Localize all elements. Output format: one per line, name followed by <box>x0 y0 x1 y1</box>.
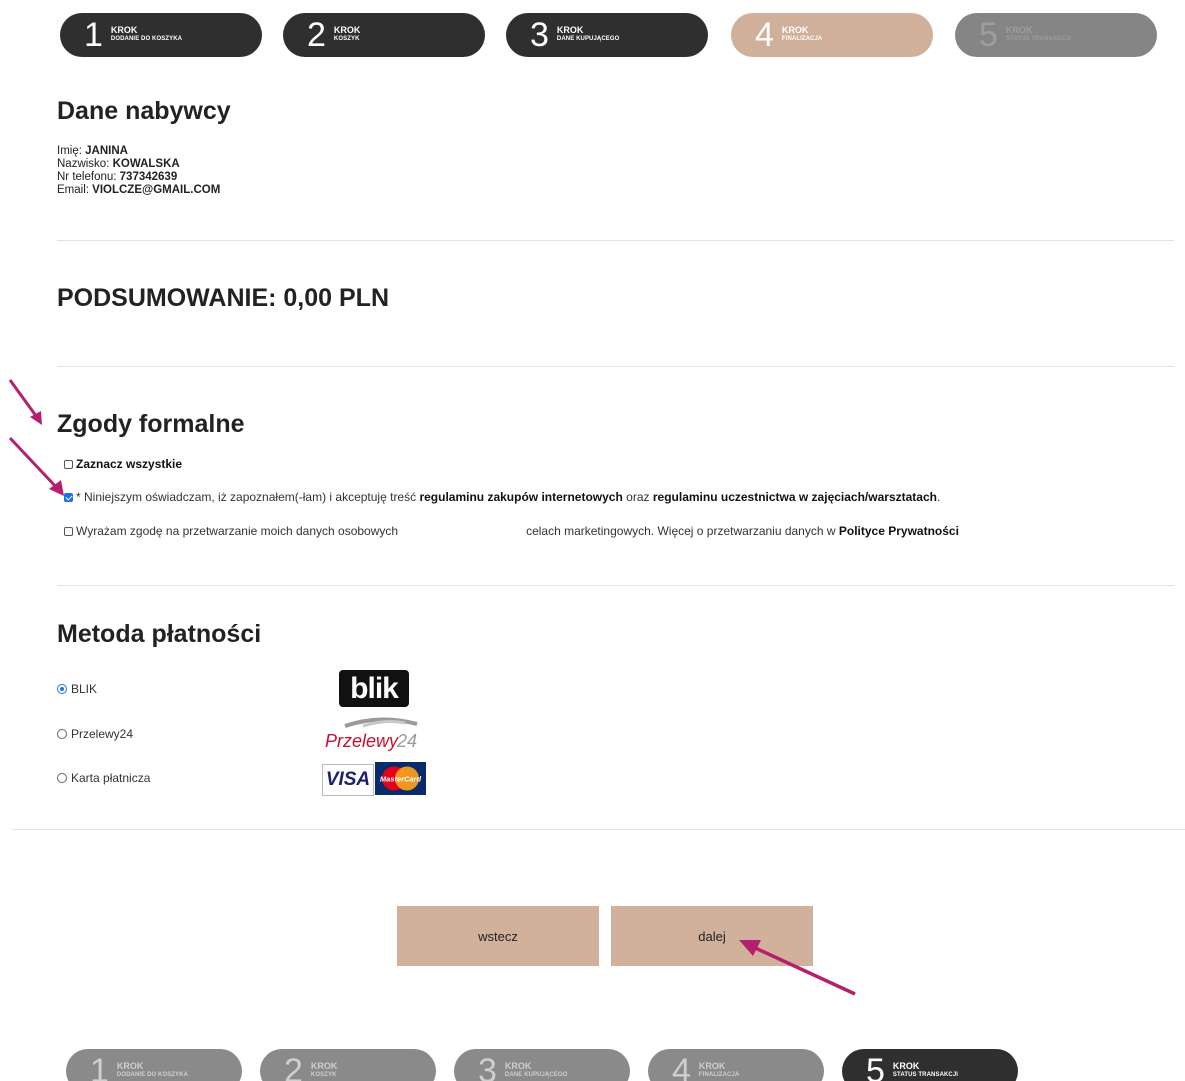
step-krok: KROK <box>556 25 584 35</box>
terms-consent-row[interactable]: * Niniejszym oświadczam, iż zapoznałem(-… <box>64 490 940 504</box>
select-all-label[interactable]: Zaznacz wszystkie <box>76 457 182 471</box>
blik-logo-text: blik <box>350 671 399 705</box>
terms-prefix: * Niniejszym oświadczam, iż zapoznałem(-… <box>76 490 417 504</box>
steps-progress-bottom: 1 KROK Dodanie do koszyka 2 KROK Koszyk 3 … <box>0 1049 1185 1081</box>
step-number: 3 <box>530 16 549 54</box>
p24-logo-number: 24 <box>396 731 417 751</box>
step-krok: KROK <box>116 1061 144 1071</box>
divider <box>57 585 1174 586</box>
step-desc: Koszyk <box>333 36 360 42</box>
step-desc: Dodanie do koszyka <box>110 36 183 42</box>
steps-progress-top: 1 KROK Dodanie do koszyka 2 KROK Koszyk 3 … <box>0 13 1185 57</box>
annotation-arrow-icon <box>8 436 64 496</box>
buyer-section-title: Dane nabywcy <box>57 97 231 125</box>
step-desc: Status transakcji <box>1005 36 1072 42</box>
summary-amount: 0,00 PLN <box>283 284 390 312</box>
marketing-consent-row[interactable]: Wyrażam zgodę na przetwarzanie moich dan… <box>64 524 959 538</box>
marketing-prefix: Wyrażam zgodę na przetwarzanie moich dan… <box>76 524 399 538</box>
first-name-value: JANINA <box>85 145 128 157</box>
step-number: 1 <box>84 16 103 54</box>
step-krok: KROK <box>1005 25 1033 35</box>
workshop-terms-link[interactable]: regulaminu uczestnictwa w zajęciach/wars… <box>653 490 937 504</box>
consents-section-title: Zgody formalne <box>57 410 245 438</box>
phone-value: 737342639 <box>119 171 178 183</box>
terms-end: . <box>936 490 941 504</box>
divider <box>57 240 1174 241</box>
annotation-arrow-icon <box>739 940 856 996</box>
przelewy24-logo: Przelewy 24 <box>325 717 418 751</box>
payment-option-label[interactable]: BLIK <box>71 682 97 696</box>
step-krok: KROK <box>310 1061 338 1071</box>
buyer-details: Imię: JANINA Nazwisko: KOWALSKA Nr telef… <box>57 145 220 197</box>
step-desc: Dane kupującego <box>504 1072 568 1078</box>
terms-conjunction: oraz <box>626 490 650 504</box>
step-krok: KROK <box>781 25 809 35</box>
payment-option-przelewy24[interactable]: Przelewy24 <box>57 727 133 741</box>
divider <box>12 829 1185 830</box>
step-number: 2 <box>307 16 326 54</box>
step-4[interactable]: 4 KROK Finalizacja <box>648 1049 824 1081</box>
obscured-text <box>398 525 527 537</box>
step-number: 3 <box>478 1052 497 1081</box>
blik-logo: blik <box>339 670 409 707</box>
step-krok: KROK <box>698 1061 726 1071</box>
order-summary: PODSUMOWANIE: 0,00 PLN <box>57 284 389 313</box>
mastercard-logo: MasterCard <box>375 762 426 795</box>
privacy-policy-link[interactable]: Polityce Prywatności <box>839 524 959 538</box>
store-terms-link[interactable]: regulaminu zakupów internetowych <box>419 490 622 504</box>
step-krok: KROK <box>110 25 138 35</box>
step-desc: Dane kupującego <box>556 36 620 42</box>
email-label: Email: <box>57 184 89 196</box>
p24-logo-text: Przelewy <box>325 731 399 751</box>
step-desc: Koszyk <box>310 1072 337 1078</box>
marketing-mid: celach marketingowych. Więcej o przetwar… <box>526 524 836 538</box>
last-name-value: KOWALSKA <box>112 158 180 170</box>
phone-label: Nr telefonu: <box>57 171 117 183</box>
step-4: 4 KROK Finalizacja <box>731 13 933 57</box>
divider <box>57 366 1174 367</box>
payment-option-label[interactable]: Przelewy24 <box>71 727 133 741</box>
step-number: 1 <box>90 1052 109 1081</box>
step-krok: KROK <box>892 1061 920 1071</box>
step-number: 5 <box>979 16 998 54</box>
select-all-row[interactable]: Zaznacz wszystkie <box>64 457 182 471</box>
step-krok: KROK <box>333 25 361 35</box>
payment-option-label[interactable]: Karta płatnicza <box>71 771 150 785</box>
step-1[interactable]: 1 KROK Dodanie do koszyka <box>60 13 262 57</box>
step-1[interactable]: 1 KROK Dodanie do koszyka <box>66 1049 242 1081</box>
payment-option-card[interactable]: Karta płatnicza <box>57 771 150 785</box>
mastercard-logo-text: MasterCard <box>380 775 422 784</box>
step-2[interactable]: 2 KROK Koszyk <box>283 13 485 57</box>
step-3[interactable]: 3 KROK Dane kupującego <box>506 13 708 57</box>
step-desc: Finalizacja <box>698 1072 740 1078</box>
przelewy24-radio[interactable] <box>57 729 67 739</box>
step-number: 2 <box>284 1052 303 1081</box>
first-name-label: Imię: <box>57 145 82 157</box>
step-number: 4 <box>672 1052 691 1081</box>
payment-section-title: Metoda płatności <box>57 620 262 648</box>
step-number: 5 <box>866 1052 885 1081</box>
visa-logo-text: VISA <box>325 769 371 790</box>
step-krok: KROK <box>504 1061 532 1071</box>
visa-logo: VISA <box>322 764 374 796</box>
last-name-label: Nazwisko: <box>57 158 110 170</box>
step-5: 5 KROK Status transakcji <box>842 1049 1018 1081</box>
card-radio[interactable] <box>57 773 67 783</box>
blik-radio[interactable] <box>57 684 67 694</box>
step-desc: Status transakcji <box>892 1072 959 1078</box>
marketing-checkbox[interactable] <box>64 526 73 536</box>
payment-option-blik[interactable]: BLIK <box>57 682 97 696</box>
step-desc: Finalizacja <box>781 36 823 42</box>
email-value: VIOLCZE@GMAIL.COM <box>92 184 221 196</box>
summary-label: PODSUMOWANIE: <box>57 284 277 312</box>
annotation-arrow-icon <box>8 379 42 425</box>
step-3[interactable]: 3 KROK Dane kupującego <box>454 1049 630 1081</box>
step-2[interactable]: 2 KROK Koszyk <box>260 1049 436 1081</box>
step-5: 5 KROK Status transakcji <box>955 13 1157 57</box>
step-number: 4 <box>755 16 774 54</box>
step-desc: Dodanie do koszyka <box>116 1072 189 1078</box>
back-button[interactable]: wstecz <box>397 906 599 966</box>
